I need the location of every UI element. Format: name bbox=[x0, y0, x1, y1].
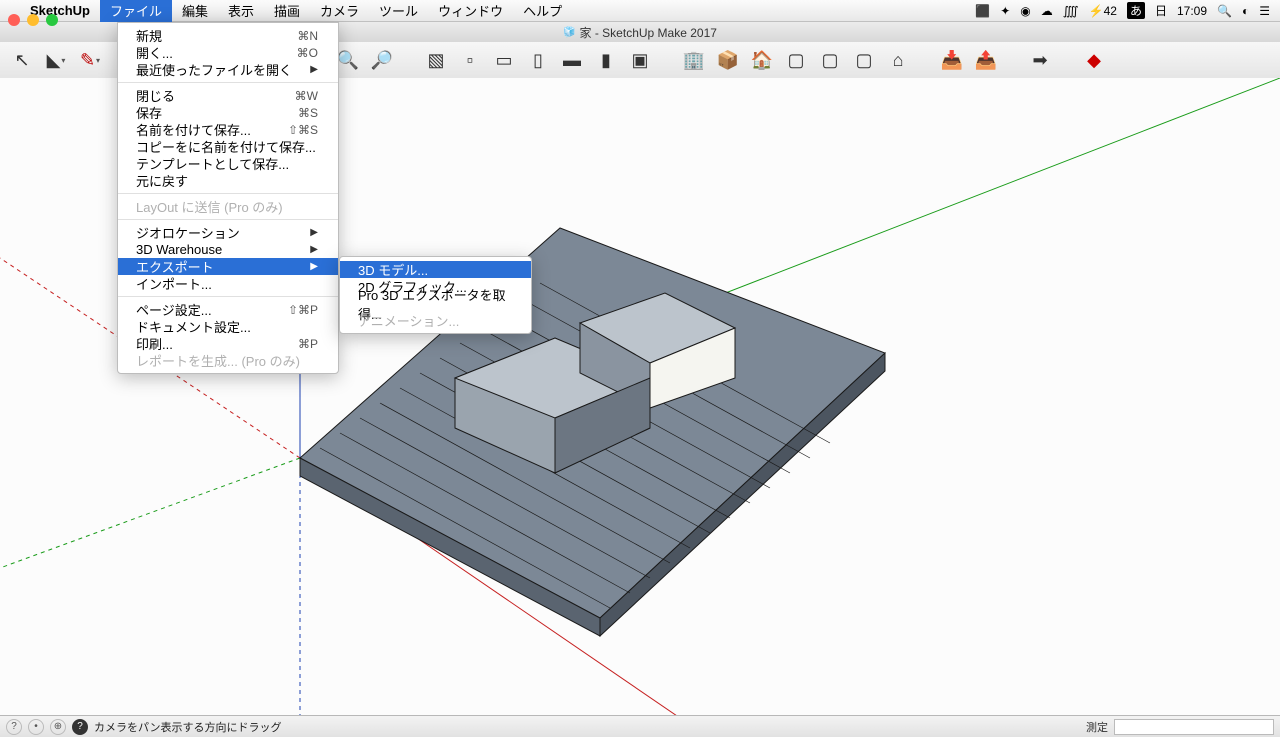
eraser-tool[interactable]: ◣ bbox=[42, 47, 70, 75]
submenu-get-pro-exporters[interactable]: Pro 3D エクスポータを取得... bbox=[340, 295, 531, 312]
menu-generate-report: レポートを生成... (Pro のみ) bbox=[118, 352, 338, 369]
line-icon[interactable]: ◉ bbox=[1020, 4, 1030, 18]
spotlight-icon[interactable]: 🔍 bbox=[1217, 4, 1232, 18]
perspective-tool[interactable]: ▣ bbox=[626, 47, 654, 75]
select-tool[interactable]: ↖ bbox=[8, 47, 36, 75]
submenu-3d-model[interactable]: 3D モデル... bbox=[340, 261, 531, 278]
help-icon[interactable]: ? bbox=[72, 719, 88, 735]
warehouse-download-tool[interactable]: 📥 bbox=[938, 47, 966, 75]
menu-camera[interactable]: カメラ bbox=[310, 0, 369, 22]
box3-tool[interactable]: ▢ bbox=[850, 47, 878, 75]
menu-draw[interactable]: 描画 bbox=[264, 0, 310, 22]
menu-page-setup[interactable]: ページ設定...⇧⌘P bbox=[118, 301, 338, 318]
notification-center-icon[interactable]: ☰ bbox=[1259, 4, 1270, 18]
menu-window[interactable]: ウィンドウ bbox=[428, 0, 513, 22]
box1-tool[interactable]: ▢ bbox=[782, 47, 810, 75]
battery-icon[interactable]: ⚡42 bbox=[1089, 4, 1117, 18]
minimize-window-button[interactable] bbox=[27, 14, 39, 26]
dropbox-icon[interactable]: ⬛ bbox=[975, 4, 990, 18]
menu-send-to-layout: LayOut に送信 (Pro のみ) bbox=[118, 198, 338, 215]
menubar-right: ⬛ ✦ ◉ ☁ ⨌ ⚡42 あ 日 17:09 🔍 ◐ ☰ bbox=[975, 2, 1280, 19]
export-submenu: 3D モデル... 2D グラフィック... Pro 3D エクスポータを取得.… bbox=[339, 256, 532, 334]
menu-close[interactable]: 閉じる⌘W bbox=[118, 87, 338, 104]
menu-export[interactable]: エクスポート▶ bbox=[118, 258, 338, 275]
menubar: SketchUp ファイル 編集 表示 描画 カメラ ツール ウィンドウ ヘルプ… bbox=[0, 0, 1280, 22]
clock-day[interactable]: 日 bbox=[1155, 2, 1167, 19]
menu-save-as[interactable]: 名前を付けて保存...⇧⌘S bbox=[118, 121, 338, 138]
menu-tools[interactable]: ツール bbox=[369, 0, 428, 22]
menu-import[interactable]: インポート... bbox=[118, 275, 338, 292]
zoom-window-button[interactable] bbox=[46, 14, 58, 26]
axis-y-negative bbox=[0, 458, 300, 568]
menu-new[interactable]: 新規⌘N bbox=[118, 27, 338, 44]
menu-document-setup[interactable]: ドキュメント設定... bbox=[118, 318, 338, 335]
building-tool[interactable]: 🏢 bbox=[680, 47, 708, 75]
box2-tool[interactable]: ▢ bbox=[816, 47, 844, 75]
menu-save[interactable]: 保存⌘S bbox=[118, 104, 338, 121]
top-view-tool[interactable]: ▫ bbox=[456, 47, 484, 75]
siri-icon[interactable]: ◐ bbox=[1242, 4, 1249, 18]
zoom-extents-tool[interactable]: 🔎 bbox=[368, 47, 396, 75]
geo-icon[interactable]: ⊕ bbox=[50, 719, 66, 735]
person-icon[interactable]: • bbox=[28, 719, 44, 735]
menu-3d-warehouse[interactable]: 3D Warehouse▶ bbox=[118, 241, 338, 258]
back-view-tool[interactable]: ▬ bbox=[558, 47, 586, 75]
menu-revert[interactable]: 元に戻す bbox=[118, 172, 338, 189]
menu-help[interactable]: ヘルプ bbox=[513, 0, 572, 22]
evernote-icon[interactable]: ✦ bbox=[1000, 4, 1010, 18]
submenu-animation: アニメーション... bbox=[340, 312, 531, 329]
menu-geolocation[interactable]: ジオロケーション▶ bbox=[118, 224, 338, 241]
menu-save-copy-as[interactable]: コピーをに名前を付けて保存... bbox=[118, 138, 338, 155]
measurement-input[interactable] bbox=[1114, 719, 1274, 735]
file-menu-dropdown: 新規⌘N 開く...⌘O 最近使ったファイルを開く▶ 閉じる⌘W 保存⌘S 名前… bbox=[117, 22, 339, 374]
iso-view-tool[interactable]: ▧ bbox=[422, 47, 450, 75]
warehouse-upload-tool[interactable]: 📤 bbox=[972, 47, 1000, 75]
home-tool[interactable]: ⌂ bbox=[884, 47, 912, 75]
house-tool[interactable]: 🏠 bbox=[748, 47, 776, 75]
menu-view[interactable]: 表示 bbox=[218, 0, 264, 22]
front-view-tool[interactable]: ▭ bbox=[490, 47, 518, 75]
menu-edit[interactable]: 編集 bbox=[172, 0, 218, 22]
right-view-tool[interactable]: ▯ bbox=[524, 47, 552, 75]
measurement-label: 測定 bbox=[1086, 719, 1108, 735]
close-window-button[interactable] bbox=[8, 14, 20, 26]
menu-file[interactable]: ファイル bbox=[100, 0, 172, 22]
info-icon[interactable]: ? bbox=[6, 719, 22, 735]
component-tool[interactable]: 📦 bbox=[714, 47, 742, 75]
menu-open[interactable]: 開く...⌘O bbox=[118, 44, 338, 61]
ruby-tool[interactable]: ◆ bbox=[1080, 47, 1108, 75]
cloud-icon[interactable]: ☁ bbox=[1041, 4, 1053, 18]
status-tip: カメラをパン表示する方向にドラッグ bbox=[94, 719, 1080, 735]
export-tool[interactable]: ➡ bbox=[1026, 47, 1054, 75]
left-view-tool[interactable]: ▮ bbox=[592, 47, 620, 75]
menu-recent[interactable]: 最近使ったファイルを開く▶ bbox=[118, 61, 338, 78]
statusbar: ? • ⊕ ? カメラをパン表示する方向にドラッグ 測定 bbox=[0, 715, 1280, 737]
clock-time[interactable]: 17:09 bbox=[1177, 4, 1207, 18]
pencil-tool[interactable]: ✎ bbox=[76, 47, 104, 75]
window-title: 家 - SketchUp Make 2017 bbox=[580, 24, 717, 41]
wifi-icon[interactable]: ⨌ bbox=[1063, 4, 1079, 18]
window-controls bbox=[8, 14, 58, 26]
menu-print[interactable]: 印刷...⌘P bbox=[118, 335, 338, 352]
menu-save-template[interactable]: テンプレートとして保存... bbox=[118, 155, 338, 172]
ime-icon[interactable]: あ bbox=[1127, 2, 1145, 19]
